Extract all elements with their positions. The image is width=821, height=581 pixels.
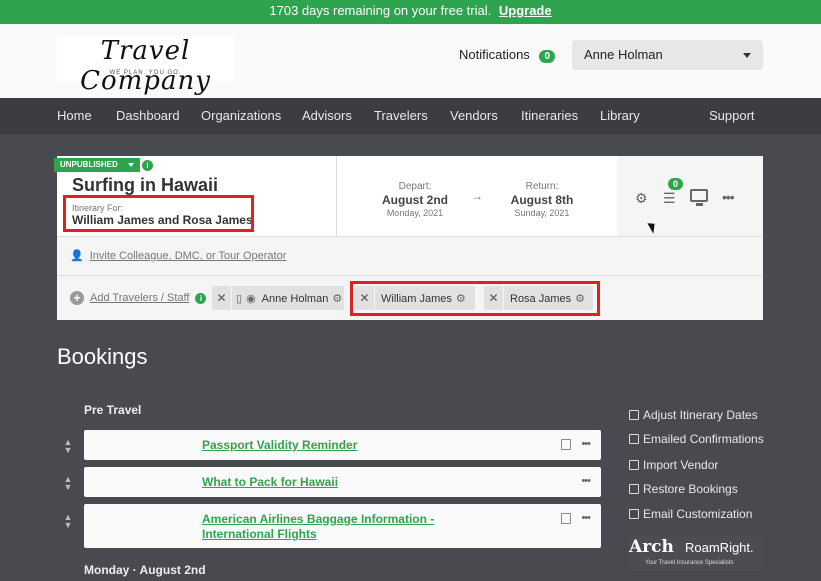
- itinerary-card: UNPUBLISHED i Surfing in Hawaii Itinerar…: [54, 156, 763, 320]
- divider: [336, 156, 337, 236]
- itinerary-title[interactable]: Surfing in Hawaii: [72, 175, 218, 196]
- emailed-confirmations-link[interactable]: Emailed Confirmations: [629, 432, 764, 446]
- email-open-icon: [629, 509, 639, 519]
- gear-icon[interactable]: ⚙: [635, 190, 648, 207]
- booking-item[interactable]: Passport Validity Reminder •••: [84, 430, 601, 460]
- chevron-down-icon: [743, 53, 751, 58]
- nav-item-organizations[interactable]: Organizations: [201, 108, 281, 123]
- depart-label: Depart:: [398, 181, 432, 192]
- booking-link[interactable]: Passport Validity Reminder: [202, 438, 357, 453]
- checklist-icon[interactable]: ☰: [663, 190, 676, 207]
- booking-item[interactable]: What to Pack for Hawaii •••: [84, 467, 601, 497]
- email-customization-label: Email Customization: [643, 507, 753, 521]
- checklist-count-badge: 0: [668, 178, 684, 190]
- user-menu-dropdown[interactable]: Anne Holman: [572, 40, 763, 70]
- publish-status-dropdown[interactable]: UNPUBLISHED: [54, 158, 140, 172]
- trash-icon: [629, 484, 639, 494]
- more-options-icon[interactable]: •••: [722, 189, 735, 205]
- partner-tagline: Your Travel Insurance Specialists: [645, 560, 734, 566]
- drag-handle-icon[interactable]: ▲ ▼: [62, 438, 74, 455]
- section-heading: Monday · August 2nd: [84, 563, 206, 577]
- partner-logo[interactable]: Arch RoamRight. Your Travel Insurance Sp…: [629, 535, 763, 571]
- divider: [57, 275, 763, 276]
- company-logo[interactable]: Travel Company WE PLAN. YOU GO.: [57, 36, 234, 96]
- add-travelers-text: Add Travelers / Staff: [90, 291, 190, 304]
- plus-icon: +: [70, 291, 84, 305]
- drag-handle-icon[interactable]: ▲ ▼: [62, 513, 74, 530]
- gear-icon[interactable]: ⚙: [332, 293, 342, 305]
- note-icon[interactable]: [561, 439, 571, 450]
- nav-item-itineraries[interactable]: Itineraries: [521, 108, 578, 123]
- depart-date-sub: Monday, 2021: [386, 208, 444, 218]
- app-header: Travel Company WE PLAN. YOU GO. Notifica…: [0, 24, 821, 98]
- trial-text: 1703 days remaining on your free trial.: [269, 3, 492, 18]
- status-label: UNPUBLISHED: [60, 160, 118, 169]
- nav-item-home[interactable]: Home: [57, 108, 92, 123]
- more-options-icon[interactable]: •••: [581, 512, 591, 524]
- depart-date[interactable]: Depart: August 2nd Monday, 2021: [379, 181, 451, 218]
- nav-item-library[interactable]: Library: [600, 108, 640, 123]
- highlight-box: [63, 195, 254, 232]
- nav-item-travelers[interactable]: Travelers: [374, 108, 428, 123]
- import-vendor-link[interactable]: Import Vendor: [629, 458, 718, 472]
- calendar-icon: [629, 410, 639, 420]
- return-date[interactable]: Return: August 8th Sunday, 2021: [506, 181, 578, 218]
- invite-colleague-link[interactable]: 👤 Invite Colleague, DMC, or Tour Operator: [70, 249, 286, 262]
- adjust-dates-label: Adjust Itinerary Dates: [643, 408, 758, 422]
- emailed-confirmations-label: Emailed Confirmations: [643, 432, 764, 446]
- info-icon[interactable]: i: [195, 292, 207, 304]
- main-nav: Home Dashboard Organizations Advisors Tr…: [0, 98, 821, 134]
- booking-link[interactable]: American Airlines Baggage Information - …: [202, 512, 442, 542]
- notifications-label: Notifications: [459, 47, 530, 62]
- drag-handle-icon[interactable]: ▲ ▼: [62, 475, 74, 492]
- nav-item-vendors[interactable]: Vendors: [450, 108, 498, 123]
- booking-link[interactable]: What to Pack for Hawaii: [202, 475, 338, 490]
- booking-item[interactable]: American Airlines Baggage Information - …: [84, 504, 601, 548]
- restore-bookings-label: Restore Bookings: [643, 482, 738, 496]
- info-icon[interactable]: i: [142, 160, 153, 171]
- section-heading: Pre Travel: [84, 403, 142, 417]
- traveler-name: Anne Holman: [261, 293, 329, 305]
- itinerary-summary: UNPUBLISHED i Surfing in Hawaii Itinerar…: [54, 156, 617, 236]
- note-icon[interactable]: [561, 513, 571, 524]
- nav-item-support[interactable]: Support: [709, 108, 755, 123]
- bookings-heading: Bookings: [57, 344, 148, 369]
- roamright-logo-text: RoamRight.: [685, 540, 754, 555]
- upgrade-link[interactable]: Upgrade: [499, 3, 552, 18]
- more-options-icon[interactable]: •••: [581, 475, 591, 487]
- arrow-right-icon: →: [471, 189, 483, 203]
- return-date-sub: Sunday, 2021: [514, 208, 570, 218]
- remove-icon[interactable]: ✕: [212, 286, 232, 310]
- depart-date-value: August 2nd: [382, 193, 448, 207]
- mouse-cursor-icon: [647, 220, 659, 234]
- restore-bookings-link[interactable]: Restore Bookings: [629, 482, 738, 496]
- return-label: Return:: [525, 181, 559, 192]
- nav-item-advisors[interactable]: Advisors: [302, 108, 352, 123]
- divider: [57, 236, 763, 237]
- logo-title: Travel Company: [80, 36, 211, 96]
- nav-item-dashboard[interactable]: Dashboard: [116, 108, 180, 123]
- add-travelers-link[interactable]: + Add Travelers / Staff i: [70, 291, 207, 305]
- notifications-count-badge: 0: [539, 50, 555, 63]
- return-date-value: August 8th: [510, 193, 574, 207]
- trial-banner: 1703 days remaining on your free trial. …: [0, 0, 821, 24]
- chevron-down-icon: [127, 162, 134, 167]
- invite-text: Invite Colleague, DMC, or Tour Operator: [89, 250, 287, 262]
- phone-icon: ▯: [236, 293, 243, 305]
- add-user-icon: 👤: [70, 250, 84, 262]
- user-name: Anne Holman: [584, 47, 663, 62]
- arch-logo-text: Arch: [629, 537, 674, 557]
- email-customization-link[interactable]: Email Customization: [629, 507, 752, 521]
- user-icon: ◉: [246, 293, 256, 305]
- notifications-button[interactable]: Notifications 0: [459, 47, 555, 63]
- monitor-icon[interactable]: [690, 189, 708, 206]
- envelope-icon: [629, 434, 639, 444]
- logo-tagline: WE PLAN. YOU GO.: [109, 70, 182, 76]
- adjust-dates-link[interactable]: Adjust Itinerary Dates: [629, 408, 758, 422]
- highlight-box: [350, 281, 600, 316]
- traveler-chip[interactable]: ✕ ▯ ◉ Anne Holman ⚙: [212, 286, 344, 310]
- more-options-icon[interactable]: •••: [581, 438, 591, 450]
- download-icon: [629, 460, 639, 470]
- import-vendor-label: Import Vendor: [643, 458, 719, 472]
